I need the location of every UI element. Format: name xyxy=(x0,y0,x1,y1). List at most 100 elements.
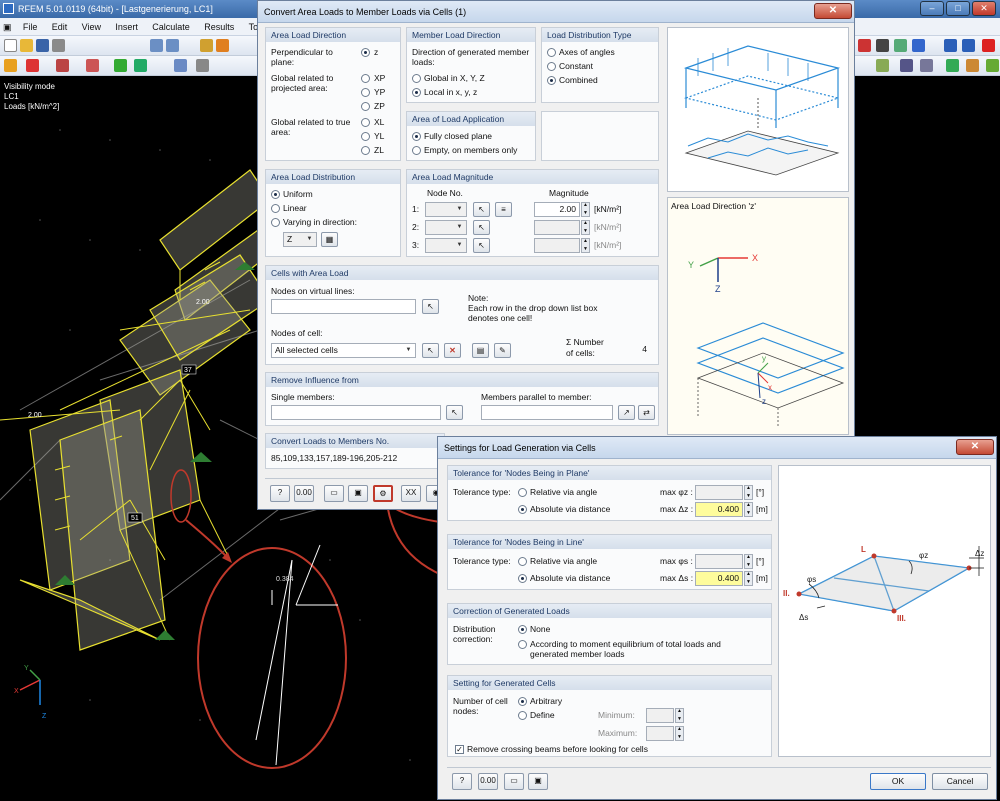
support-tool-icon[interactable] xyxy=(114,59,127,72)
magnitude-1-input[interactable]: 2.00 xyxy=(534,202,580,217)
nodes-of-cell-select[interactable]: All selected cells ▼ xyxy=(271,343,416,358)
node-1-select[interactable]: ▼ xyxy=(425,202,467,217)
right-tools-icon-7[interactable] xyxy=(982,39,995,52)
line-max-angle-spinner[interactable] xyxy=(744,554,753,569)
correction-none-radio[interactable] xyxy=(518,625,527,634)
direction-zl-radio[interactable] xyxy=(361,146,370,155)
single-members-pick-button[interactable]: ↖ xyxy=(446,405,463,420)
plane-relative-angle-radio[interactable] xyxy=(518,488,527,497)
settings-units-button[interactable]: 0.00 xyxy=(478,773,498,790)
right-tools-icon[interactable] xyxy=(858,39,871,52)
cell-list-button[interactable]: ▤ xyxy=(472,343,489,358)
right-tools-icon-3[interactable] xyxy=(894,39,907,52)
menu-calculate[interactable]: Calculate xyxy=(146,18,196,36)
plane-max-dist-spinner[interactable] xyxy=(744,502,753,517)
convert-dialog-close-button[interactable]: ✕ xyxy=(814,3,852,19)
node-2-pick-button[interactable]: ↖ xyxy=(473,220,490,235)
parallel-members-extra-button[interactable]: ⇄ xyxy=(638,405,655,420)
dimension-tool-icon[interactable] xyxy=(196,59,209,72)
single-members-input[interactable] xyxy=(271,405,441,420)
direction-yp-radio[interactable] xyxy=(361,88,370,97)
direction-zp-radio[interactable] xyxy=(361,102,370,111)
cell-pick-button[interactable]: ↖ xyxy=(422,343,439,358)
right-display-icon-3[interactable] xyxy=(920,59,933,72)
direction-xp-radio[interactable] xyxy=(361,74,370,83)
maximum-spinner[interactable] xyxy=(675,726,684,741)
minimum-input[interactable] xyxy=(646,708,674,723)
parallel-members-input[interactable] xyxy=(481,405,613,420)
fully-closed-plane-radio[interactable] xyxy=(412,132,421,141)
open-folder-icon[interactable] xyxy=(20,39,33,52)
cell-edit-button[interactable]: ✎ xyxy=(494,343,511,358)
line-max-dist-spinner[interactable] xyxy=(744,571,753,586)
magnitude-2-input[interactable] xyxy=(534,220,580,235)
axes-of-angles-radio[interactable] xyxy=(547,48,556,57)
right-display-icon-2[interactable] xyxy=(900,59,913,72)
direction-select[interactable]: Z ▼ xyxy=(283,232,317,247)
direction-yl-radio[interactable] xyxy=(361,132,370,141)
settings-button[interactable]: ⚙ xyxy=(373,485,393,502)
right-display-icon-4[interactable] xyxy=(946,59,959,72)
open-button[interactable]: ▭ xyxy=(324,485,344,502)
direction-pick-button[interactable]: ▦ xyxy=(321,232,338,247)
new-file-icon[interactable] xyxy=(4,39,17,52)
node-1-pick-button[interactable]: ↖ xyxy=(473,202,490,217)
varying-direction-radio[interactable] xyxy=(271,218,280,227)
plane-absolute-distance-radio[interactable] xyxy=(518,505,527,514)
undo-icon[interactable] xyxy=(150,39,163,52)
empty-on-members-radio[interactable] xyxy=(412,146,421,155)
node-3-pick-button[interactable]: ↖ xyxy=(473,238,490,253)
constant-radio[interactable] xyxy=(547,62,556,71)
line-relative-angle-radio[interactable] xyxy=(518,557,527,566)
combined-radio[interactable] xyxy=(547,76,556,85)
nodes-virtual-lines-input[interactable] xyxy=(271,299,416,314)
magnitude-3-spinner[interactable] xyxy=(581,238,590,253)
settings-dialog-close-button[interactable]: ✕ xyxy=(956,439,994,455)
surface-tool-icon[interactable] xyxy=(86,59,99,72)
save-icon[interactable] xyxy=(36,39,49,52)
units-button[interactable]: 0.00 xyxy=(294,485,314,502)
display-tool-icon[interactable] xyxy=(174,59,187,72)
minimize-button[interactable]: ‒ xyxy=(920,1,944,16)
direction-xl-radio[interactable] xyxy=(361,118,370,127)
right-display-icon[interactable] xyxy=(876,59,889,72)
settings-save-button[interactable]: ▣ xyxy=(528,773,548,790)
right-tools-icon-4[interactable] xyxy=(912,39,925,52)
line-max-dist-input[interactable]: 0.400 xyxy=(695,571,743,586)
magnitude-2-spinner[interactable] xyxy=(581,220,590,235)
menu-view[interactable]: View xyxy=(76,18,107,36)
right-tools-icon-6[interactable] xyxy=(962,39,975,52)
settings-load-button[interactable]: ▭ xyxy=(504,773,524,790)
redo-icon[interactable] xyxy=(166,39,179,52)
right-display-icon-6[interactable] xyxy=(986,59,999,72)
maximum-input[interactable] xyxy=(646,726,674,741)
save-settings-button[interactable]: ▣ xyxy=(348,485,368,502)
cell-nodes-arbitrary-radio[interactable] xyxy=(518,697,527,706)
cell-delete-button[interactable]: ✕ xyxy=(444,343,461,358)
member-tool-icon[interactable] xyxy=(56,59,69,72)
load-pattern-button[interactable]: XX xyxy=(401,485,421,502)
node-3-select[interactable]: ▼ xyxy=(425,238,467,253)
right-tools-icon-5[interactable] xyxy=(944,39,957,52)
right-tools-icon-2[interactable] xyxy=(876,39,889,52)
node-2-select[interactable]: ▼ xyxy=(425,220,467,235)
line-max-angle-input[interactable] xyxy=(695,554,743,569)
help-button[interactable]: ? xyxy=(270,485,290,502)
line-tool-icon[interactable] xyxy=(26,59,39,72)
menu-file[interactable]: File xyxy=(17,18,44,36)
print-icon[interactable] xyxy=(52,39,65,52)
menu-edit[interactable]: Edit xyxy=(46,18,74,36)
remove-crossing-checkbox[interactable]: ✓ xyxy=(455,745,464,754)
local-xyz-radio[interactable] xyxy=(412,88,421,97)
menu-insert[interactable]: Insert xyxy=(109,18,144,36)
correction-moment-radio[interactable] xyxy=(518,640,527,649)
load-tool-icon[interactable] xyxy=(134,59,147,72)
parallel-members-pick-button[interactable]: ↗ xyxy=(618,405,635,420)
node-tool-icon[interactable] xyxy=(4,59,17,72)
minimum-spinner[interactable] xyxy=(675,708,684,723)
plane-max-angle-spinner[interactable] xyxy=(744,485,753,500)
maximize-button[interactable]: □ xyxy=(946,1,970,16)
settings-help-button[interactable]: ? xyxy=(452,773,472,790)
virtual-lines-pick-button[interactable]: ↖ xyxy=(422,299,439,314)
app-menu-icon[interactable]: ▣ xyxy=(0,18,15,36)
